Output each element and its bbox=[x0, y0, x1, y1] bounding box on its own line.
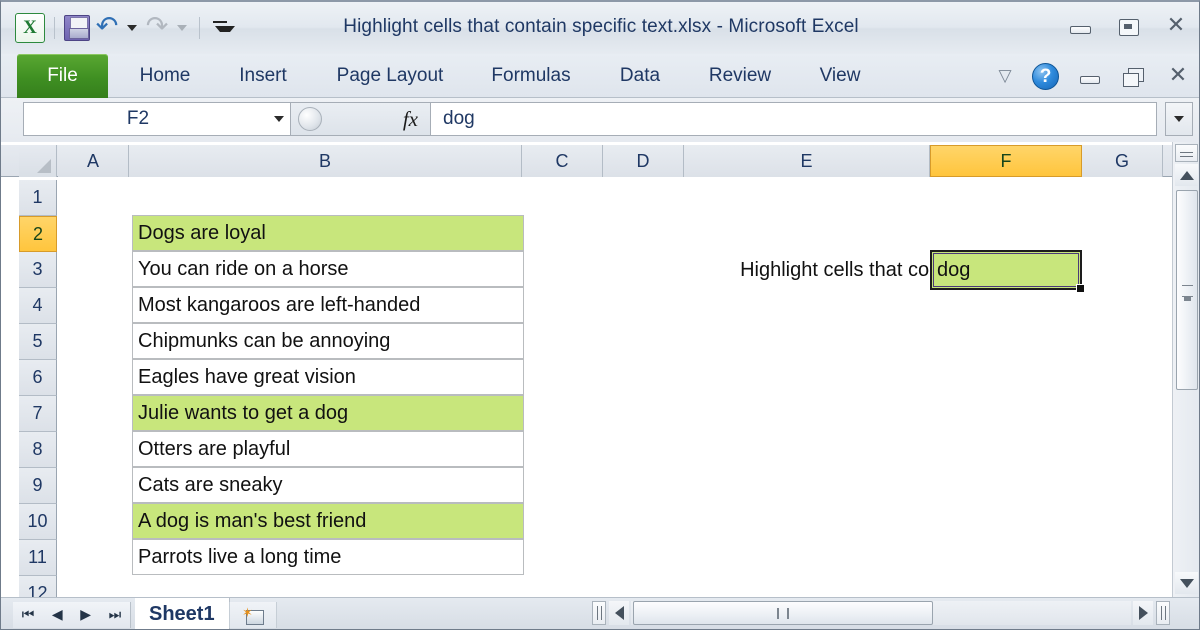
minimize-window-button[interactable] bbox=[1067, 16, 1093, 38]
sheet-tab-sheet1[interactable]: Sheet1 bbox=[135, 598, 230, 629]
horizontal-split-handle-right[interactable] bbox=[1156, 601, 1170, 625]
row-header-9[interactable]: 9 bbox=[19, 468, 57, 504]
minimize-ribbon-icon[interactable]: ▽ bbox=[996, 67, 1014, 86]
scroll-up-button[interactable] bbox=[1175, 164, 1198, 186]
vertical-scrollbar[interactable] bbox=[1172, 142, 1199, 600]
first-sheet-icon[interactable]: ⏮ bbox=[22, 607, 35, 623]
insert-function-icon[interactable]: fx bbox=[403, 107, 418, 132]
column-header-g[interactable]: G bbox=[1082, 145, 1163, 177]
close-window-button[interactable]: ✕ bbox=[1163, 15, 1189, 38]
formula-bar-buttons: fx bbox=[291, 102, 431, 136]
scroll-left-button[interactable] bbox=[609, 601, 629, 625]
tab-view[interactable]: View bbox=[797, 54, 883, 98]
minimize-workbook-button[interactable] bbox=[1077, 66, 1103, 88]
tab-file[interactable]: File bbox=[17, 54, 108, 98]
tab-data[interactable]: Data bbox=[597, 54, 683, 98]
column-header-f[interactable]: F bbox=[930, 145, 1082, 177]
sheet-tab-bar: ⏮ ◀ ▶ ⏭ Sheet1 ✶ bbox=[1, 597, 1199, 629]
close-workbook-button[interactable]: ✕ bbox=[1165, 64, 1191, 88]
cell-area: Dogs are loyal You can ride on a horse M… bbox=[58, 177, 1199, 600]
vertical-scrollbar-thumb[interactable] bbox=[1176, 190, 1198, 390]
tab-insert[interactable]: Insert bbox=[213, 54, 313, 98]
restore-window-button[interactable] bbox=[1115, 16, 1141, 38]
cell-b10[interactable]: A dog is man's best friend bbox=[132, 503, 524, 539]
column-header-c[interactable]: C bbox=[522, 145, 603, 177]
help-icon[interactable]: ? bbox=[1032, 63, 1059, 90]
insert-worksheet-icon: ✶ bbox=[242, 606, 264, 625]
fill-handle[interactable] bbox=[1076, 284, 1085, 293]
tab-page-layout[interactable]: Page Layout bbox=[316, 54, 464, 98]
sheet-navigation-buttons: ⏮ ◀ ▶ ⏭ bbox=[13, 602, 131, 628]
ribbon-tab-bar: File Home Insert Page Layout Formulas Da… bbox=[1, 54, 1199, 98]
vertical-split-handle[interactable] bbox=[1175, 144, 1198, 162]
tab-home[interactable]: Home bbox=[119, 54, 211, 98]
row-header-7[interactable]: 7 bbox=[19, 396, 57, 432]
row-header-1[interactable]: 1 bbox=[19, 180, 57, 216]
cell-f2-selected[interactable]: dog bbox=[930, 250, 1082, 290]
scroll-down-button[interactable] bbox=[1175, 572, 1198, 594]
tab-formulas[interactable]: Formulas bbox=[467, 54, 595, 98]
cancel-enter-knob-icon[interactable] bbox=[298, 107, 322, 131]
column-header-d[interactable]: D bbox=[603, 145, 684, 177]
cell-b5[interactable]: Chipmunks can be annoying bbox=[132, 323, 524, 359]
row-header-2[interactable]: 2 bbox=[19, 216, 57, 252]
cell-b3[interactable]: You can ride on a horse bbox=[132, 251, 524, 287]
horizontal-scrollbar-thumb[interactable] bbox=[633, 601, 933, 625]
row-header-4[interactable]: 4 bbox=[19, 288, 57, 324]
horizontal-split-handle-left[interactable] bbox=[592, 601, 606, 625]
row-header-10[interactable]: 10 bbox=[19, 504, 57, 540]
cell-b8[interactable]: Otters are playful bbox=[132, 431, 524, 467]
column-header-row: A B C D E F G bbox=[1, 145, 1199, 177]
window-title: Highlight cells that contain specific te… bbox=[343, 16, 859, 37]
excel-window: X ↶ ↷ Highlight cells that contain speci… bbox=[0, 0, 1200, 630]
last-sheet-icon[interactable]: ⏭ bbox=[109, 607, 122, 623]
scroll-right-button[interactable] bbox=[1133, 601, 1153, 625]
worksheet-grid: A B C D E F G 1 2 3 4 5 6 7 8 9 10 11 12… bbox=[1, 142, 1199, 612]
column-header-a[interactable]: A bbox=[58, 145, 129, 177]
name-box-dropdown-icon[interactable] bbox=[268, 116, 290, 122]
cell-b4[interactable]: Most kangaroos are left-handed bbox=[132, 287, 524, 323]
name-box-value: F2 bbox=[126, 108, 150, 129]
name-box[interactable]: F2 bbox=[23, 102, 291, 136]
cell-b7[interactable]: Julie wants to get a dog bbox=[132, 395, 524, 431]
tab-review[interactable]: Review bbox=[685, 54, 795, 98]
window-controls: ✕ bbox=[1067, 15, 1189, 38]
column-header-e[interactable]: E bbox=[684, 145, 930, 177]
cell-b2[interactable]: Dogs are loyal bbox=[132, 215, 524, 251]
previous-sheet-icon[interactable]: ◀ bbox=[52, 607, 63, 623]
prompt-label: Highlight cells that contain: bbox=[740, 258, 978, 281]
restore-workbook-button[interactable] bbox=[1121, 66, 1147, 88]
cell-b6[interactable]: Eagles have great vision bbox=[132, 359, 524, 395]
row-header-3[interactable]: 3 bbox=[19, 252, 57, 288]
select-all-corner-button[interactable] bbox=[19, 145, 57, 177]
formula-input[interactable]: dog bbox=[431, 102, 1157, 136]
horizontal-scrollbar-track[interactable] bbox=[631, 601, 1131, 625]
title-bar: X ↶ ↷ Highlight cells that contain speci… bbox=[1, 2, 1199, 54]
cell-b9[interactable]: Cats are sneaky bbox=[132, 467, 524, 503]
row-header-6[interactable]: 6 bbox=[19, 360, 57, 396]
cell-b11[interactable]: Parrots live a long time bbox=[132, 539, 524, 575]
row-header-5[interactable]: 5 bbox=[19, 324, 57, 360]
row-header-11[interactable]: 11 bbox=[19, 540, 57, 576]
column-header-b[interactable]: B bbox=[129, 145, 522, 177]
row-header-8[interactable]: 8 bbox=[19, 432, 57, 468]
insert-worksheet-button[interactable]: ✶ bbox=[229, 602, 277, 628]
ribbon-right-controls: ▽ ? ✕ bbox=[996, 63, 1191, 90]
next-sheet-icon[interactable]: ▶ bbox=[80, 607, 91, 623]
expand-formula-bar-icon[interactable] bbox=[1165, 102, 1193, 136]
formula-bar: F2 fx dog bbox=[1, 98, 1199, 142]
horizontal-scrollbar[interactable] bbox=[589, 597, 1173, 629]
